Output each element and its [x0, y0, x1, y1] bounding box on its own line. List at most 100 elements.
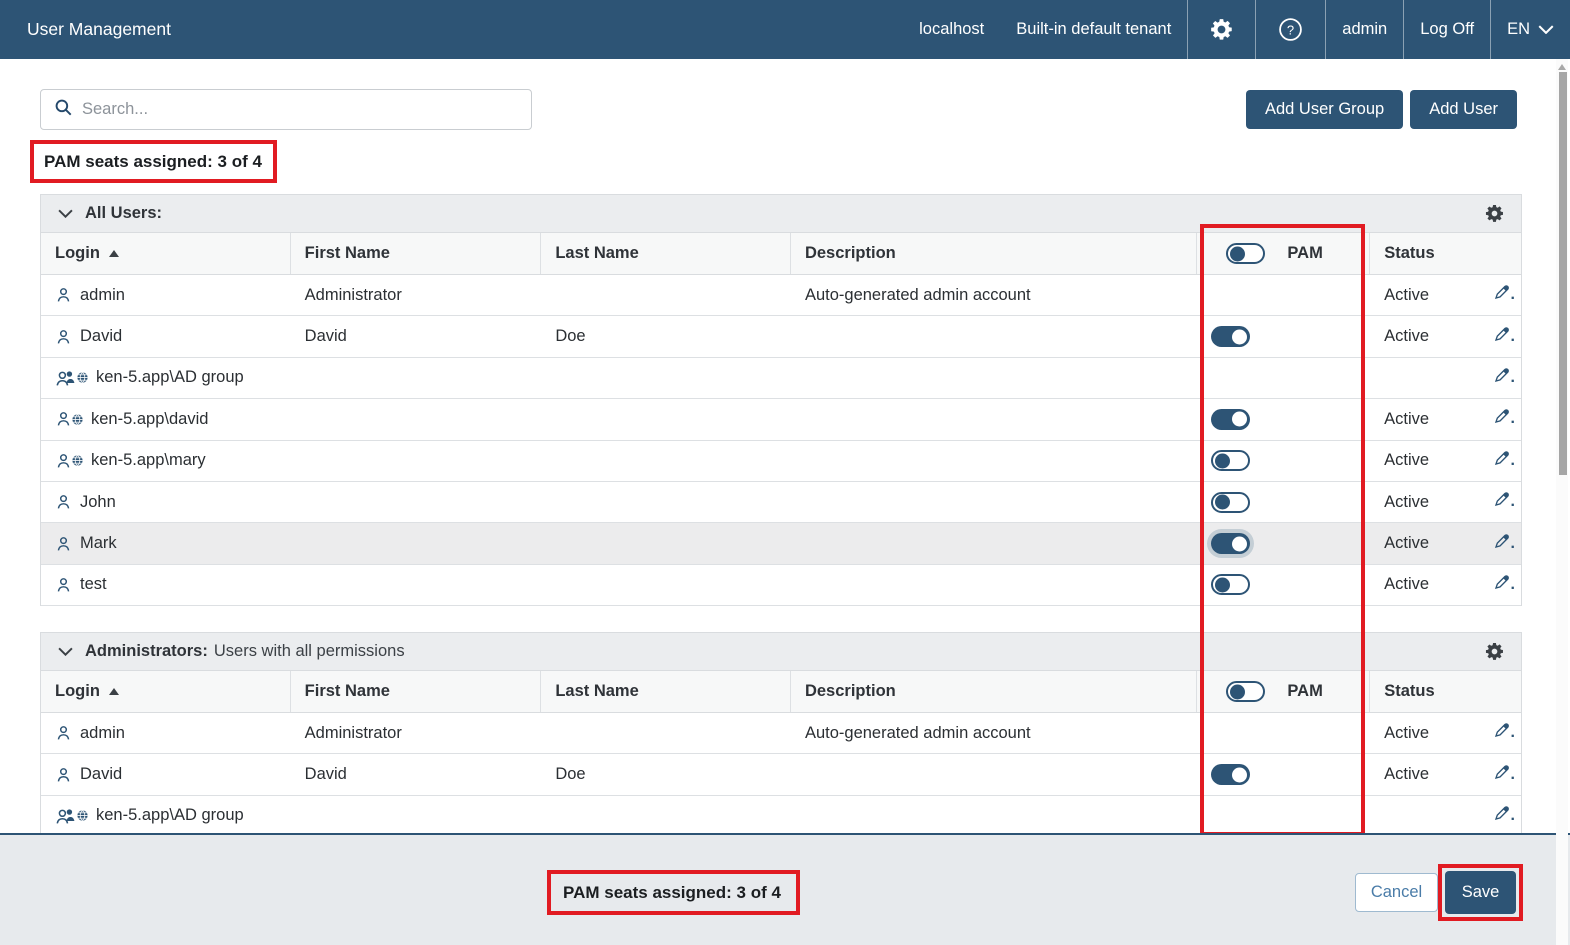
- edit-button[interactable]: .: [1492, 532, 1515, 556]
- pam-seats-top: PAM seats assigned: 3 of 4: [30, 140, 277, 183]
- column-header-first-name[interactable]: First Name: [291, 671, 542, 712]
- table-row[interactable]: David David Doe Active .: [41, 316, 1521, 357]
- first-name-cell: [291, 565, 542, 605]
- last-name-cell: [541, 358, 791, 398]
- pam-toggle[interactable]: [1211, 492, 1250, 513]
- table-row[interactable]: admin Administrator Auto-generated admin…: [41, 275, 1521, 316]
- table-row[interactable]: ken-5.app\david Active .: [41, 399, 1521, 440]
- edit-button[interactable]: .: [1492, 763, 1515, 787]
- status-text: Active: [1384, 451, 1429, 470]
- edit-button[interactable]: .: [1492, 490, 1515, 514]
- all-users-section: All Users: Login First Name Last Name De…: [40, 194, 1522, 606]
- sort-ascending-icon: [109, 250, 119, 257]
- edit-button[interactable]: .: [1492, 283, 1515, 307]
- last-name-cell: Doe: [541, 754, 791, 794]
- search-input[interactable]: [82, 90, 531, 129]
- description-cell: [791, 482, 1197, 522]
- edit-button[interactable]: .: [1492, 721, 1515, 745]
- status-cell: Active .: [1370, 275, 1521, 315]
- column-header-last-name[interactable]: Last Name: [541, 233, 791, 274]
- all-users-section-header[interactable]: All Users:: [40, 194, 1522, 233]
- pam-cell: [1197, 565, 1370, 605]
- table-row[interactable]: test Active .: [41, 565, 1521, 606]
- last-name-cell: [541, 713, 791, 753]
- last-name-cell: Doe: [541, 316, 791, 356]
- pam-cell: [1197, 796, 1370, 833]
- table-row[interactable]: Mark Active .: [41, 523, 1521, 564]
- column-header-status[interactable]: Status: [1370, 233, 1521, 274]
- language-selector[interactable]: EN: [1490, 0, 1570, 59]
- login-text: David: [80, 765, 122, 784]
- chevron-down-icon: [58, 643, 73, 661]
- help-button[interactable]: ?: [1255, 0, 1325, 59]
- column-header-login[interactable]: Login: [41, 671, 291, 712]
- scrollbar-thumb[interactable]: [1559, 72, 1567, 475]
- column-header-description[interactable]: Description: [791, 233, 1197, 274]
- cancel-button[interactable]: Cancel: [1355, 873, 1438, 912]
- pencil-icon: [1492, 407, 1511, 431]
- column-header-status[interactable]: Status: [1370, 671, 1521, 712]
- section-subtitle: Users with all permissions: [214, 642, 405, 661]
- first-name-cell: [291, 358, 542, 398]
- pam-cell: [1197, 754, 1370, 794]
- add-user-button[interactable]: Add User: [1410, 90, 1517, 129]
- current-user-button[interactable]: admin: [1325, 0, 1403, 59]
- edit-button[interactable]: .: [1492, 366, 1515, 390]
- pam-cell: [1197, 482, 1370, 522]
- section-settings-button[interactable]: [1485, 642, 1504, 661]
- settings-button[interactable]: [1187, 0, 1255, 59]
- save-button[interactable]: Save: [1445, 871, 1516, 914]
- pam-column-toggle[interactable]: [1226, 681, 1265, 702]
- login-text: admin: [80, 724, 125, 743]
- vertical-scrollbar[interactable]: [1556, 59, 1568, 945]
- pam-column-toggle[interactable]: [1226, 243, 1265, 264]
- gear-icon: [1485, 204, 1504, 223]
- status-cell: Active .: [1370, 713, 1521, 753]
- pencil-icon: [1492, 573, 1511, 597]
- status-cell: Active .: [1370, 754, 1521, 794]
- pencil-icon: [1492, 763, 1511, 787]
- last-name-cell: [541, 796, 791, 833]
- administrators-table-body: admin Administrator Auto-generated admin…: [40, 713, 1522, 833]
- pam-cell: [1197, 713, 1370, 753]
- table-row[interactable]: admin Administrator Auto-generated admin…: [41, 713, 1521, 754]
- section-settings-button[interactable]: [1485, 204, 1504, 223]
- edit-button[interactable]: .: [1492, 573, 1515, 597]
- login-icon: [55, 452, 83, 470]
- administrators-section-header[interactable]: Administrators: Users with all permissio…: [40, 632, 1522, 671]
- table-row[interactable]: John Active .: [41, 482, 1521, 523]
- login-cell: ken-5.app\AD group: [41, 796, 291, 833]
- pam-toggle[interactable]: [1211, 764, 1250, 785]
- pam-toggle[interactable]: [1211, 574, 1250, 595]
- log-off-button[interactable]: Log Off: [1403, 0, 1490, 59]
- login-cell: Mark: [41, 523, 291, 563]
- search-box: [40, 89, 532, 130]
- pam-toggle[interactable]: [1211, 409, 1250, 430]
- column-header-login[interactable]: Login: [41, 233, 291, 274]
- first-name-cell: [291, 399, 542, 439]
- table-row[interactable]: ken-5.app\AD group .: [41, 358, 1521, 399]
- edit-button[interactable]: .: [1492, 449, 1515, 473]
- pam-toggle[interactable]: [1211, 533, 1250, 554]
- table-row[interactable]: David David Doe Active .: [41, 754, 1521, 795]
- edit-button[interactable]: .: [1492, 325, 1515, 349]
- section-title: All Users:: [85, 204, 162, 223]
- edit-button[interactable]: .: [1492, 804, 1515, 828]
- pam-toggle[interactable]: [1211, 326, 1250, 347]
- login-cell: ken-5.app\mary: [41, 441, 291, 481]
- status-cell: Active .: [1370, 523, 1521, 563]
- edit-button[interactable]: .: [1492, 407, 1515, 431]
- column-header-last-name[interactable]: Last Name: [541, 671, 791, 712]
- first-name-cell: David: [291, 316, 542, 356]
- column-header-first-name[interactable]: First Name: [291, 233, 542, 274]
- first-name-cell: Administrator: [291, 713, 542, 753]
- column-header-pam: PAM: [1197, 671, 1370, 712]
- scrollbar-up-arrow[interactable]: [1558, 64, 1566, 70]
- add-user-group-button[interactable]: Add User Group: [1246, 90, 1403, 129]
- table-row[interactable]: ken-5.app\mary Active .: [41, 441, 1521, 482]
- pencil-icon: [1492, 325, 1511, 349]
- pam-toggle[interactable]: [1211, 450, 1250, 471]
- pencil-icon: [1492, 532, 1511, 556]
- table-row[interactable]: ken-5.app\AD group .: [41, 796, 1521, 833]
- column-header-description[interactable]: Description: [791, 671, 1197, 712]
